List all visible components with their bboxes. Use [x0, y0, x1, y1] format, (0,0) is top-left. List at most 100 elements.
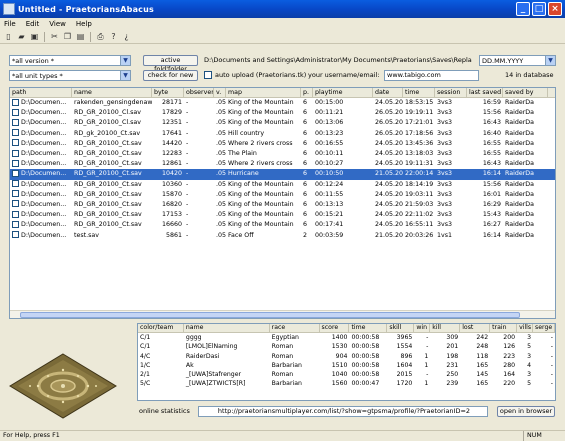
player-row[interactable]: C/1 gggg Egyptian 1400 00:00:58 3965 - 309 242 20… — [138, 333, 555, 342]
column-header-saved-by[interactable]: saved by — [503, 88, 548, 97]
row-checkbox[interactable] — [12, 220, 19, 228]
table-row[interactable]: D:\Documen... RD_GR_20100_Ct.sav 12283- .05… — [10, 149, 555, 159]
new-icon[interactable]: ▯ — [3, 31, 14, 42]
username-input[interactable]: www.tabigo.com — [384, 70, 479, 81]
scrollbar-thumb[interactable] — [20, 312, 520, 318]
row-checkbox[interactable] — [12, 169, 19, 177]
cell-path[interactable]: D:\Documen... — [10, 98, 72, 108]
table-row[interactable]: D:\Documen... RD_GR_20100_Cl.sav 17829- .05… — [10, 108, 555, 118]
table-row[interactable]: D:\Documen... RD_GR_20100_Ct.sav 14420- .05… — [10, 139, 555, 149]
row-checkbox[interactable] — [12, 210, 19, 218]
column-header-path[interactable]: path — [10, 88, 72, 97]
auto-upload-checkbox[interactable] — [204, 71, 212, 79]
row-checkbox[interactable] — [12, 231, 19, 239]
player-row[interactable]: 1/C Ak Barbarian 1510 00:00:58 1604 1 231 165 280… — [138, 361, 555, 370]
chevron-down-icon[interactable]: ▼ — [545, 56, 555, 65]
help-icon[interactable]: ¿ — [121, 31, 132, 42]
player-row[interactable]: 2/1 _[UWA]Stafrenger Roman 1040 00:00:58 2015… — [138, 370, 555, 379]
cell-path[interactable]: D:\Documen... — [10, 118, 72, 128]
column-header-version[interactable]: v. — [214, 88, 226, 97]
menu-view[interactable]: View — [49, 20, 66, 28]
row-checkbox[interactable] — [12, 190, 19, 198]
cell-path[interactable]: D:\Documen... — [10, 180, 72, 190]
player-row[interactable]: 4/C RaiderDasi Roman 904 00:00:58 896 1 198 118 2… — [138, 352, 555, 361]
cell-path[interactable]: D:\Documen... — [10, 169, 72, 179]
cell-path[interactable]: D:\Documen... — [10, 108, 72, 118]
save-icon[interactable]: ▣ — [29, 31, 40, 42]
column-header-vills[interactable]: vills — [517, 324, 534, 333]
column-header-score[interactable]: score — [320, 324, 350, 333]
column-header-kill[interactable]: kill — [430, 324, 461, 333]
column-header-session[interactable]: session — [435, 88, 467, 97]
cell-path[interactable]: D:\Documen... — [10, 231, 72, 241]
column-header-last-saved[interactable]: last saved — [467, 88, 503, 97]
column-header-players[interactable]: p. — [301, 88, 313, 97]
menu-file[interactable]: File — [4, 20, 16, 28]
active-folder-button[interactable]: active fold'folder — [143, 55, 198, 73]
column-header-playtime[interactable]: playtime — [313, 88, 373, 97]
cell-path[interactable]: D:\Documen... — [10, 190, 72, 200]
row-checkbox[interactable] — [12, 180, 19, 188]
table-row[interactable]: D:\Documen... RD_GR_20100_Ct.sav 10420- .05… — [10, 169, 555, 180]
table-row[interactable]: D:\Documen... RD_GR_20100_Ct.sav 16820- .05… — [10, 200, 555, 210]
table-row[interactable]: D:\Documen... RD_GR_20100_Ct.sav 16660- .05… — [10, 220, 555, 230]
table-row[interactable]: D:\Documen... rakenden_gensingdenaw.sav 28… — [10, 98, 555, 108]
row-checkbox[interactable] — [12, 118, 19, 126]
row-checkbox[interactable] — [12, 200, 19, 208]
cell-path[interactable]: D:\Documen... — [10, 149, 72, 159]
column-header-race[interactable]: race — [270, 324, 320, 333]
cell-path[interactable]: D:\Documen... — [10, 139, 72, 149]
table-row[interactable]: D:\Documen... RD_GR_20100_Ct.sav 10360- .05… — [10, 180, 555, 190]
column-header-lost[interactable]: lost — [460, 324, 491, 333]
stats-url-field[interactable]: http://praetoriansmultiplayer.com/list/?… — [198, 406, 488, 417]
check-for-new-button[interactable]: check for new — [143, 70, 198, 81]
table-row[interactable]: D:\Documen... RD_GR_20100_Ct.sav 12861- .05… — [10, 159, 555, 169]
column-header-player-name[interactable]: name — [184, 324, 270, 333]
unit-type-filter-combo[interactable]: *all unit types * ▼ — [9, 70, 131, 81]
open-in-browser-button[interactable]: open in browser — [497, 406, 555, 417]
row-checkbox[interactable] — [12, 108, 19, 116]
row-checkbox[interactable] — [12, 159, 19, 167]
row-checkbox[interactable] — [12, 98, 19, 106]
maximize-button[interactable]: □ — [532, 2, 546, 16]
table-row[interactable]: D:\Documen... test.sav 5861- .05 Face Off 2 00… — [10, 230, 555, 240]
cell-path[interactable]: D:\Documen... — [10, 200, 72, 210]
player-row[interactable]: 5/C _[UWA]ZTWICTS[R] Barbarian 1560 00:00:47… — [138, 379, 555, 388]
paste-icon[interactable]: ▤ — [75, 31, 86, 42]
column-header-time[interactable]: time — [403, 88, 435, 97]
column-header-serge[interactable]: serge — [533, 324, 555, 333]
column-header-player-time[interactable]: time — [349, 324, 388, 333]
column-header-win[interactable]: win — [414, 324, 431, 333]
column-header-color-team[interactable]: color/team — [138, 324, 184, 333]
open-icon[interactable]: ▰ — [16, 31, 27, 42]
cut-icon[interactable]: ✂ — [49, 31, 60, 42]
minimize-button[interactable]: _ — [516, 2, 530, 16]
column-header-observer[interactable]: observer — [184, 88, 214, 97]
menu-help[interactable]: Help — [76, 20, 92, 28]
chevron-down-icon[interactable]: ▼ — [120, 56, 130, 65]
chevron-down-icon[interactable]: ▼ — [120, 71, 130, 80]
row-checkbox[interactable] — [12, 129, 19, 137]
column-header-map[interactable]: map — [226, 88, 301, 97]
row-checkbox[interactable] — [12, 139, 19, 147]
column-header-train[interactable]: train — [490, 324, 518, 333]
column-header-name[interactable]: name — [72, 88, 152, 97]
menu-edit[interactable]: Edit — [26, 20, 40, 28]
table-row[interactable]: D:\Documen... RD_GR_20100_Cl.sav 12351- .05… — [10, 118, 555, 128]
date-format-combo[interactable]: DD.MM.YYYY ▼ — [479, 55, 556, 66]
column-header-date[interactable]: date — [373, 88, 403, 97]
cell-path[interactable]: D:\Documen... — [10, 129, 72, 139]
print-icon[interactable]: ⎙ — [95, 31, 106, 42]
table-row[interactable]: D:\Documen... RD_GR_20100_Ct.sav 17153- .05… — [10, 210, 555, 220]
row-checkbox[interactable] — [12, 149, 19, 157]
copy-icon[interactable]: ❐ — [62, 31, 73, 42]
version-filter-combo[interactable]: *all version * ▼ — [9, 55, 131, 66]
column-header-skill[interactable]: skill — [387, 324, 415, 333]
column-header-byte[interactable]: byte — [152, 88, 184, 97]
horizontal-scrollbar[interactable] — [10, 310, 555, 318]
cell-path[interactable]: D:\Documen... — [10, 210, 72, 220]
player-row[interactable]: C/1 [LMOL]ElNaming Roman 1530 00:00:58 1554 - 2… — [138, 342, 555, 351]
cell-path[interactable]: D:\Documen... — [10, 220, 72, 230]
table-row[interactable]: D:\Documen... RD_GR_20100_Ct.sav 15870- .05… — [10, 190, 555, 200]
about-icon[interactable]: ? — [108, 31, 119, 42]
